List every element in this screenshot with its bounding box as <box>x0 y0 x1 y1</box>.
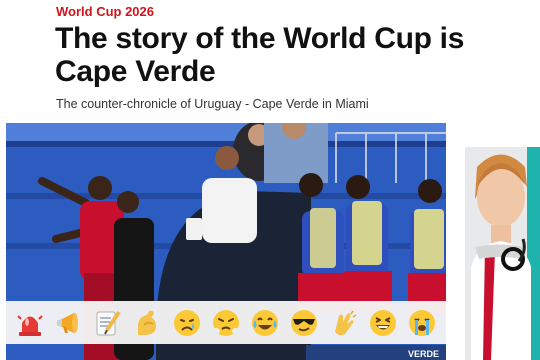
loudly-crying-icon <box>409 309 436 336</box>
reaction-flexed-biceps[interactable] <box>129 305 165 341</box>
crying-face-icon <box>173 309 200 336</box>
reaction-bar <box>6 301 446 344</box>
reaction-sunglasses-face[interactable] <box>286 305 322 341</box>
ad-banner[interactable] <box>465 147 540 360</box>
reaction-clapping-hands[interactable] <box>326 305 362 341</box>
reaction-siren[interactable] <box>12 305 48 341</box>
photo-ad-text: VERDE <box>408 349 439 359</box>
reaction-memo[interactable] <box>90 305 126 341</box>
article-kicker[interactable]: World Cup 2026 <box>56 4 154 19</box>
tears-of-joy-icon <box>252 309 279 336</box>
article-subheading: The counter-chronicle of Uruguay - Cape … <box>56 97 369 111</box>
sunglasses-face-icon <box>291 309 318 336</box>
reaction-megaphone[interactable] <box>51 305 87 341</box>
article-headline: The story of the World Cup is Cape Verde <box>55 22 465 88</box>
reaction-crying-face[interactable] <box>169 305 205 341</box>
reaction-loudly-crying[interactable] <box>404 305 440 341</box>
reaction-tears-of-joy[interactable] <box>247 305 283 341</box>
reaction-grinning-squint[interactable] <box>365 305 401 341</box>
memo-icon <box>96 310 121 335</box>
megaphone-icon <box>56 312 78 333</box>
flexed-biceps-icon <box>138 310 157 335</box>
siren-icon <box>16 314 43 336</box>
grinning-squint-icon <box>370 309 397 336</box>
steam-face-icon <box>211 309 240 336</box>
clapping-hands-icon <box>334 310 357 335</box>
reaction-steam-face[interactable] <box>208 305 244 341</box>
